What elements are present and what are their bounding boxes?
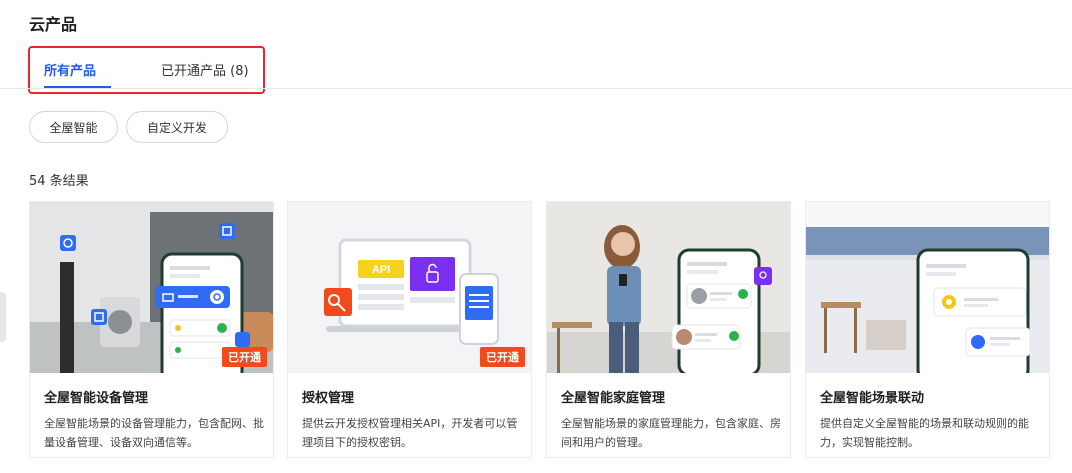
card-title: 授权管理 xyxy=(302,391,355,406)
tabs-divider xyxy=(0,88,1072,89)
filter-chip-custom-dev[interactable]: 自定义开发 xyxy=(126,111,228,143)
scene-linkage-illustration xyxy=(806,202,1049,373)
activated-badge: 已开通 xyxy=(222,347,267,367)
api-illustration-label: API xyxy=(372,264,390,276)
product-card-home-management[interactable]: 全屋智能家庭管理 全屋智能场景的家庭管理能力，包含家庭、房间和用户的管理。 xyxy=(546,201,791,458)
card-image xyxy=(806,202,1049,373)
side-handle[interactable] xyxy=(0,292,6,342)
card-description: 提供云开发授权管理相关API，开发者可以管理项目下的授权密钥。 xyxy=(302,417,518,449)
card-title: 全屋智能设备管理 xyxy=(44,391,149,406)
card-title: 全屋智能场景联动 xyxy=(820,391,925,406)
product-card-authorization[interactable]: API 已开通 授权管理 提供云开发授权管理相关API，开发者可以管理项目下的授… xyxy=(287,201,532,458)
result-count: 54 条结果 xyxy=(29,174,89,189)
product-card-device-management[interactable]: 已开通 全屋智能设备管理 全屋智能场景的设备管理能力，包含配网、批量设备管理、设… xyxy=(29,201,274,458)
card-title: 全屋智能家庭管理 xyxy=(561,391,666,406)
tab-all-products[interactable]: 所有产品 xyxy=(44,60,96,79)
card-description: 全屋智能场景的家庭管理能力，包含家庭、房间和用户的管理。 xyxy=(561,417,781,449)
activated-badge: 已开通 xyxy=(480,347,525,367)
product-card-scene-linkage[interactable]: 全屋智能场景联动 提供自定义全屋智能的场景和联动规则的能力，实现智能控制。 xyxy=(805,201,1050,458)
tab-activated-products[interactable]: 已开通产品 (8) xyxy=(161,60,249,79)
card-description: 提供自定义全屋智能的场景和联动规则的能力，实现智能控制。 xyxy=(820,417,1029,449)
home-management-illustration xyxy=(547,202,790,373)
filter-chip-whole-house[interactable]: 全屋智能 xyxy=(29,111,118,143)
card-description: 全屋智能场景的设备管理能力，包含配网、批量设备管理、设备双向通信等。 xyxy=(44,417,264,449)
card-image xyxy=(547,202,790,373)
page-title: 云产品 xyxy=(29,15,78,34)
